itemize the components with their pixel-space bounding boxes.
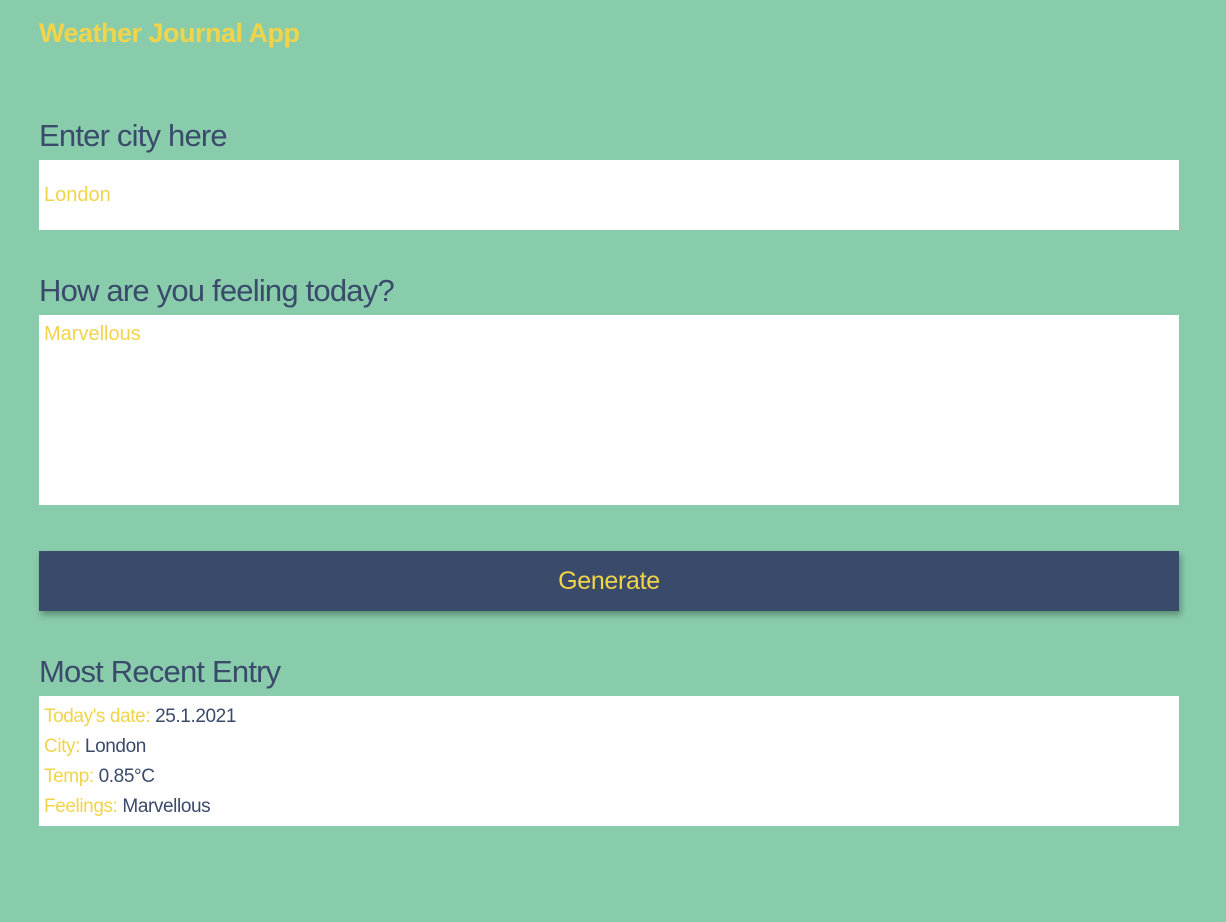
feelings-textarea[interactable]: Marvellous xyxy=(39,315,1179,505)
entry-row-city: City: London xyxy=(44,732,1174,762)
entry-panel: Today's date: 25.1.2021 City: London Tem… xyxy=(39,696,1179,826)
generate-button[interactable]: Generate xyxy=(39,551,1179,611)
entry-temp-value: 0.85°C xyxy=(98,766,155,787)
entry-date-key: Today's date: xyxy=(44,706,151,727)
entry-city-value: London xyxy=(84,736,146,757)
entry-row-feelings: Feelings: Marvellous xyxy=(44,792,1174,822)
entry-date-value: 25.1.2021 xyxy=(155,706,236,727)
entry-temp-key: Temp: xyxy=(44,766,94,787)
entry-feelings-value: Marvellous xyxy=(122,796,211,817)
feelings-label: How are you feeling today? xyxy=(39,273,395,308)
entry-row-temp: Temp: 0.85°C xyxy=(44,762,1174,792)
entry-heading: Most Recent Entry xyxy=(39,654,281,689)
entry-feelings-key: Feelings: xyxy=(44,796,118,817)
app-title: Weather Journal App xyxy=(39,18,300,48)
city-label: Enter city here xyxy=(39,118,228,153)
city-input[interactable] xyxy=(39,160,1179,230)
entry-row-date: Today's date: 25.1.2021 xyxy=(44,702,1174,732)
entry-city-key: City: xyxy=(44,736,81,757)
